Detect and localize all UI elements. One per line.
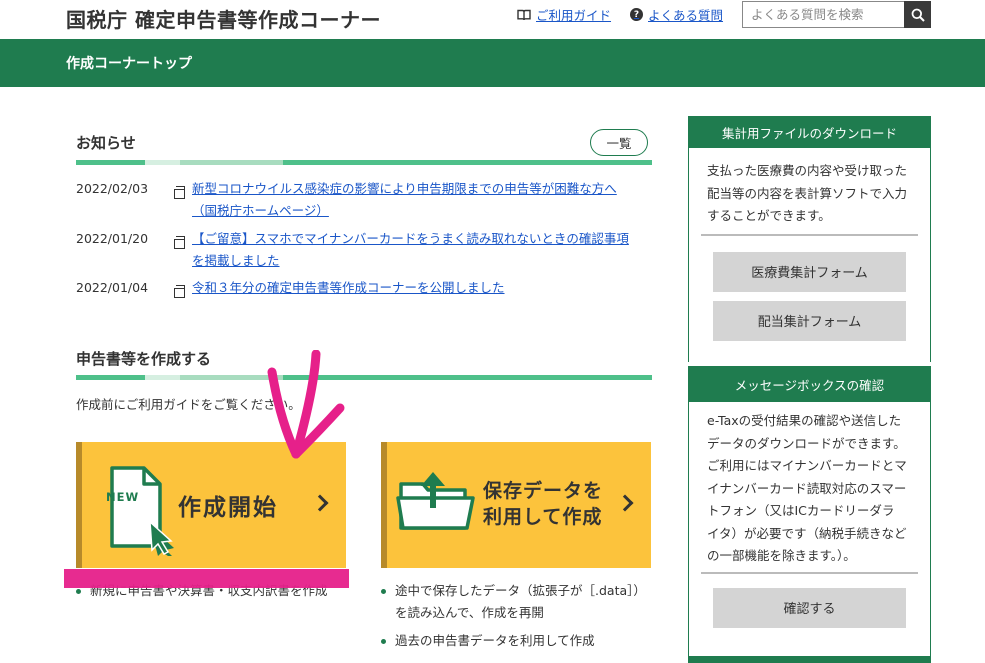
create-rule <box>76 375 652 380</box>
guide-link[interactable]: ご利用ガイド <box>517 5 611 24</box>
notice-item: 2022/01/20 【ご留意】スマホでマイナンバーカードをうまく読み取れないと… <box>76 228 629 272</box>
messagebox-panel-title: メッセージボックスの確認 <box>689 367 930 402</box>
start-button-label: 作成開始 <box>178 495 278 521</box>
create-title: 申告書等を作成する <box>76 350 212 368</box>
desc-line: 配当等の内容を表計算ソフトで入力 <box>707 185 908 201</box>
help-icon: ? <box>630 8 643 21</box>
desc-line: ご利用にはマイナンバーカードとマ <box>707 458 907 473</box>
highlight-annotation <box>64 569 349 588</box>
folder-upload-icon <box>396 472 475 530</box>
notice-item: 2022/01/04 令和３年分の確定申告書等作成コーナーを公開しました <box>76 277 505 302</box>
dividend-form-button[interactable]: 配当集計フォーム <box>713 300 906 341</box>
guide-link-label[interactable]: ご利用ガイド <box>536 5 611 24</box>
download-panel: 集計用ファイルのダウンロード 支払った医療費の内容や受け取った 配当等の内容を表… <box>688 116 931 362</box>
download-panel-title: 集計用ファイルのダウンロード <box>689 117 930 148</box>
notice-date: 2022/02/03 <box>76 181 149 196</box>
desc-line: トフォン（又はICカードリーダラ <box>707 503 895 518</box>
chevron-right-icon <box>616 494 634 512</box>
search-icon <box>911 8 925 22</box>
desc-line: の一部機能を除きます。）。 <box>707 548 856 563</box>
resume-description: 途中で保存したデータ（拡張子が［.data］） を読み込んで、作成を再開 過去の… <box>381 580 646 652</box>
notice-link[interactable]: 新型コロナウイルス感染症の影響により申告期限までの申告等が困難な方へ <box>192 178 617 200</box>
notice-link[interactable]: 【ご留意】スマホでマイナンバーカードをうまく読み取れないときの確認事項 <box>192 228 629 250</box>
next-panel-header <box>688 656 931 663</box>
confirm-button[interactable]: 確認する <box>713 587 906 628</box>
notice-date: 2022/01/04 <box>76 280 149 295</box>
notice-link[interactable]: を掲載しました <box>192 250 629 272</box>
divider <box>701 571 918 574</box>
desc-line: e-Taxの受付結果の確認や送信した <box>707 413 902 428</box>
new-document-icon <box>110 466 174 556</box>
page-banner: 作成コーナートップ <box>0 39 985 87</box>
notice-item: 2022/02/03 新型コロナウイルス感染症の影響により申告期限までの申告等が… <box>76 178 617 222</box>
desc-line: することができます。 <box>707 208 831 223</box>
divider <box>701 233 918 236</box>
desc-line: イタ）が必要です（納税手続きなど <box>707 525 907 541</box>
desc-line: データのダウンロードができます。 <box>707 435 906 451</box>
notice-link[interactable]: 令和３年分の確定申告書等作成コーナーを公開しました <box>192 277 505 299</box>
new-badge: NEW <box>106 490 140 504</box>
notice-date: 2022/01/20 <box>76 231 149 246</box>
window-icon <box>174 228 192 272</box>
window-icon <box>174 178 192 222</box>
bullet-line: 途中で保存したデータ（拡張子が［.data］） <box>395 583 646 598</box>
resume-label-line2: 利用して作成 <box>483 506 603 528</box>
faq-search <box>742 1 931 28</box>
bullet-line: を読み込んで、作成を再開 <box>395 605 544 620</box>
chevron-right-icon <box>311 494 329 512</box>
search-button[interactable] <box>904 1 931 28</box>
notice-link[interactable]: （国税庁ホームページ） <box>192 200 617 222</box>
medical-form-button[interactable]: 医療費集計フォーム <box>713 251 906 292</box>
download-panel-desc: 支払った医療費の内容や受け取った 配当等の内容を表計算ソフトで入力 することがで… <box>689 148 930 228</box>
resume-label-line1: 保存データを <box>483 480 604 502</box>
desc-line: 支払った医療費の内容や受け取った <box>707 163 908 178</box>
window-icon <box>174 277 192 302</box>
faq-link-label[interactable]: よくある質問 <box>648 5 723 24</box>
notices-more-button[interactable]: 一覧 <box>590 129 648 156</box>
notices-title: お知らせ <box>76 134 136 152</box>
list-item: 過去の申告書データを利用して作成 <box>381 630 646 652</box>
list-item: 途中で保存したデータ（拡張子が［.data］） を読み込んで、作成を再開 <box>381 580 646 624</box>
notices-rule <box>76 160 652 165</box>
book-icon <box>517 9 531 21</box>
faq-link[interactable]: ? よくある質問 <box>630 5 723 24</box>
site-title[interactable]: 国税庁 確定申告書等作成コーナー <box>66 4 381 33</box>
arrow-annotation-icon <box>267 350 345 459</box>
resume-button[interactable]: 保存データを 利用して作成 <box>381 442 651 568</box>
search-input[interactable] <box>742 1 904 28</box>
desc-line: イナンバーカード読取対応のスマー <box>707 480 907 496</box>
header: 国税庁 確定申告書等作成コーナー ご利用ガイド ? よくある質問 <box>0 0 985 40</box>
messagebox-panel: メッセージボックスの確認 e-Taxの受付結果の確認や送信した データのダウンロ… <box>688 366 931 663</box>
messagebox-panel-desc: e-Taxの受付結果の確認や送信した データのダウンロードができます。 ご利用に… <box>689 402 930 568</box>
resume-button-label: 保存データを 利用して作成 <box>483 478 603 530</box>
breadcrumb: 作成コーナートップ <box>66 56 192 72</box>
